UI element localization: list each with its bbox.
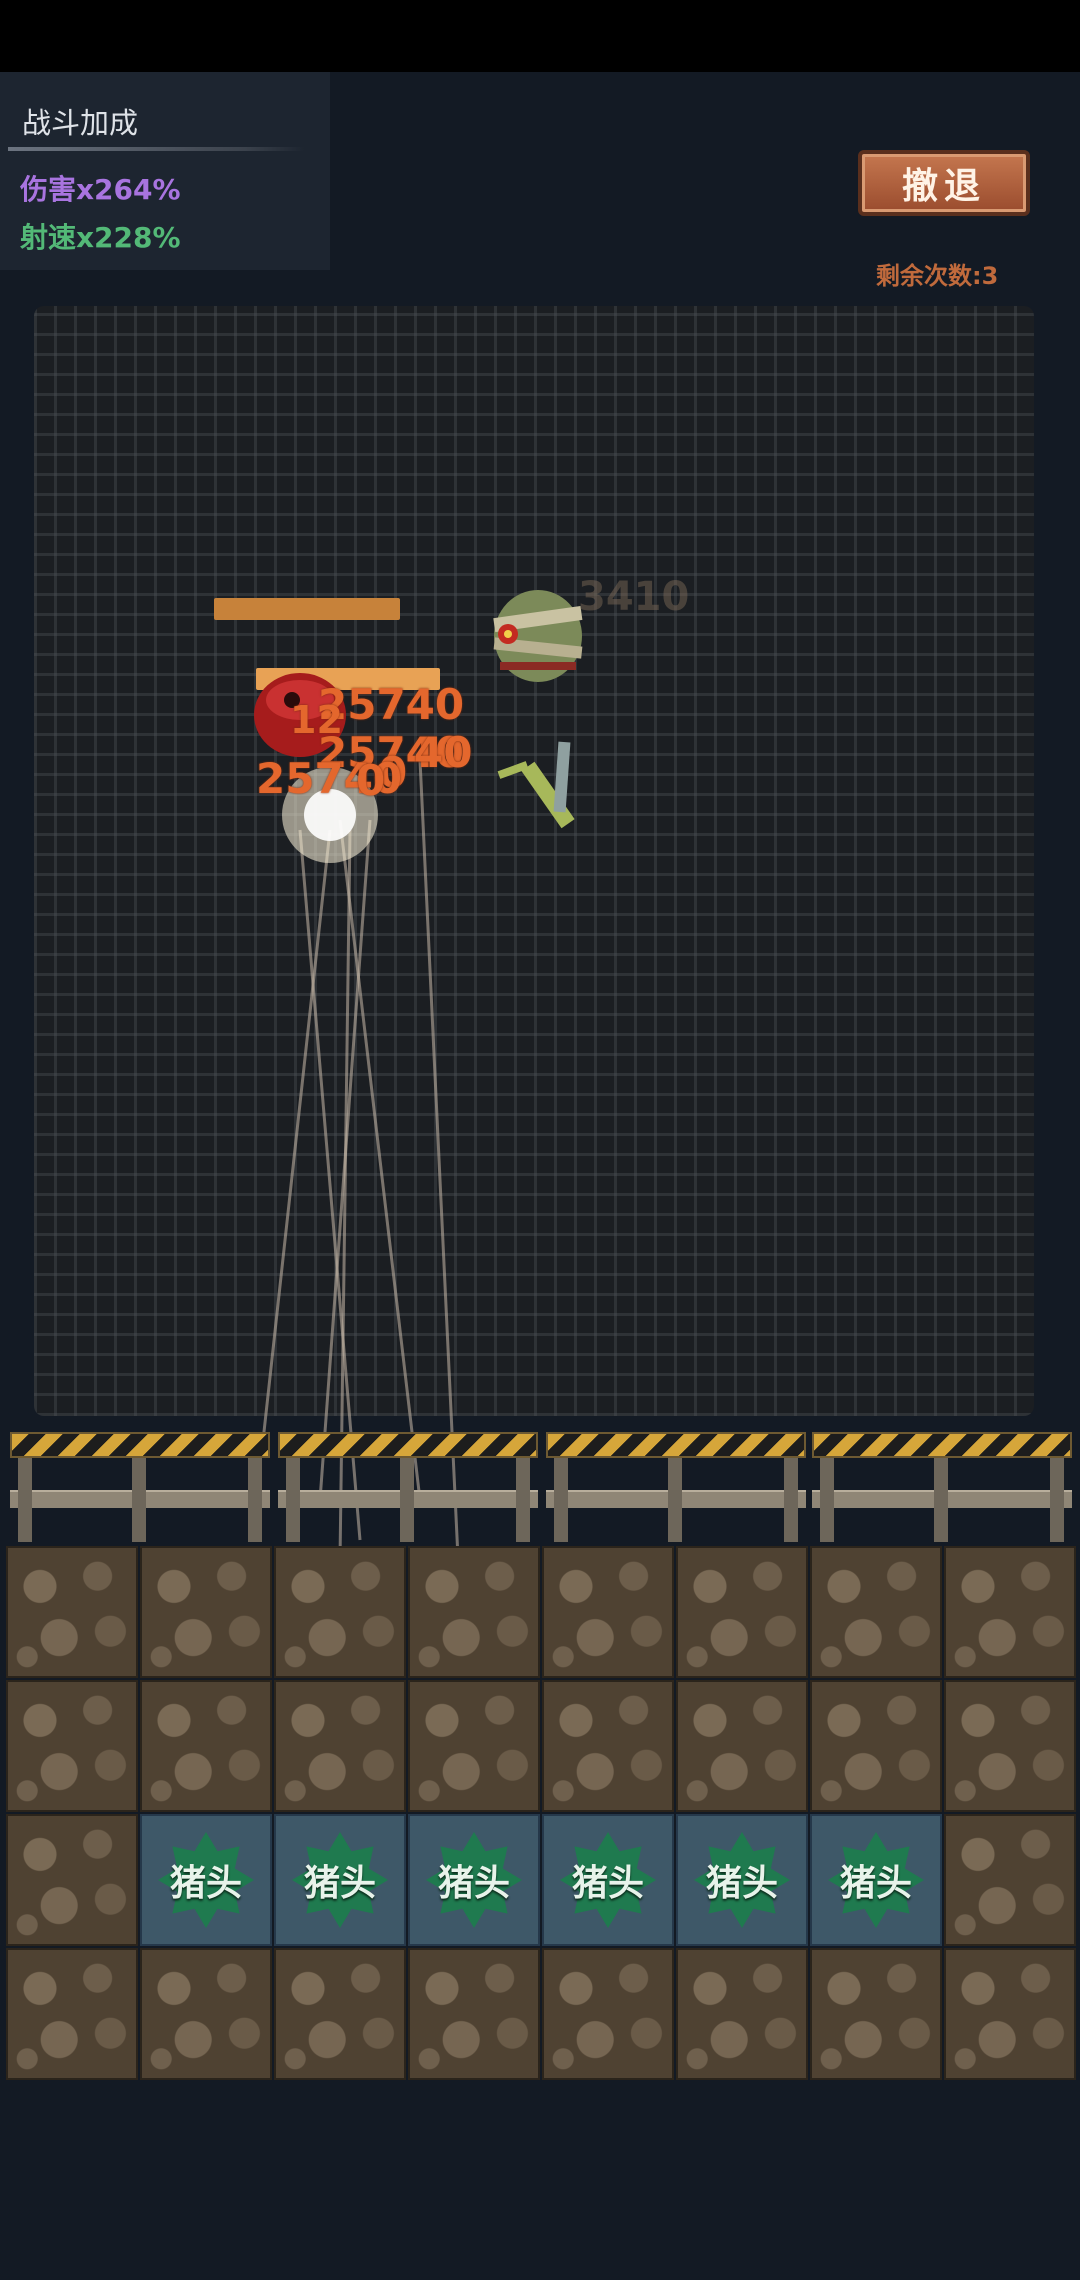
- stone-tile[interactable]: [274, 1948, 406, 2080]
- slot-label: 猪头: [839, 1863, 912, 1904]
- debris: [497, 741, 575, 829]
- slot-label: 猪头: [705, 1863, 778, 1904]
- stone-tile[interactable]: [676, 1680, 808, 1812]
- barricade: [10, 1432, 270, 1542]
- barricade: [278, 1432, 538, 1542]
- stone-tile[interactable]: [676, 1948, 808, 2080]
- stone-tile[interactable]: [676, 1546, 808, 1678]
- placement-grid: 猪头 猪头 猪头 猪头 猪头 猪头: [6, 1546, 1076, 2080]
- barricade: [546, 1432, 806, 1542]
- slot-label: 猪头: [437, 1863, 510, 1904]
- stone-tile[interactable]: [408, 1546, 540, 1678]
- stone-tile[interactable]: [6, 1814, 138, 1946]
- slot-label: 猪头: [571, 1863, 644, 1904]
- stone-tile[interactable]: [542, 1546, 674, 1678]
- pighead-turret-slot[interactable]: 猪头: [274, 1814, 406, 1946]
- stone-tile[interactable]: [274, 1546, 406, 1678]
- stone-tile[interactable]: [274, 1680, 406, 1812]
- pighead-turret-slot[interactable]: 猪头: [810, 1814, 942, 1946]
- pighead-turret-slot[interactable]: 猪头: [542, 1814, 674, 1946]
- slot-label: 猪头: [303, 1863, 376, 1904]
- stone-tile[interactable]: [140, 1546, 272, 1678]
- mummy-enemy: [493, 590, 583, 682]
- damage-number: 0: [356, 756, 386, 805]
- stone-tile[interactable]: [944, 1680, 1076, 1812]
- pighead-turret-slot[interactable]: 猪头: [408, 1814, 540, 1946]
- stone-tile[interactable]: [810, 1546, 942, 1678]
- pighead-turret-slot[interactable]: 猪头: [676, 1814, 808, 1946]
- stone-tile[interactable]: [140, 1680, 272, 1812]
- stone-tile[interactable]: [810, 1680, 942, 1812]
- stone-tile[interactable]: [944, 1814, 1076, 1946]
- stone-tile[interactable]: [944, 1546, 1076, 1678]
- stone-tile[interactable]: [140, 1948, 272, 2080]
- faded-damage-number: 3410: [578, 574, 690, 620]
- stone-tile[interactable]: [408, 1948, 540, 2080]
- stone-tile[interactable]: [944, 1948, 1076, 2080]
- damage-number: 40: [414, 728, 473, 777]
- barricade: [812, 1432, 1072, 1542]
- stone-tile[interactable]: [542, 1948, 674, 2080]
- pighead-turret-slot[interactable]: 猪头: [140, 1814, 272, 1946]
- stone-tile[interactable]: [6, 1948, 138, 2080]
- stone-tile[interactable]: [810, 1948, 942, 2080]
- stone-tile[interactable]: [542, 1680, 674, 1812]
- stone-tile[interactable]: [408, 1680, 540, 1812]
- slot-label: 猪头: [169, 1863, 242, 1904]
- stone-tile[interactable]: [6, 1680, 138, 1812]
- stone-tile[interactable]: [6, 1546, 138, 1678]
